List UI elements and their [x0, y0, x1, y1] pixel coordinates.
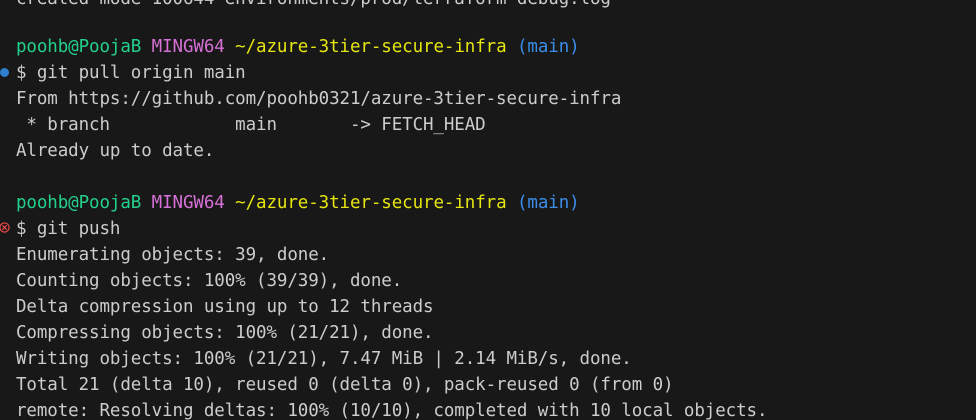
output-line: Enumerating objects: 39, done. — [16, 245, 330, 265]
prompt-user: poohb@PoojaB — [16, 193, 142, 213]
output-line: Total 21 (delta 10), reused 0 (delta 0),… — [16, 375, 674, 395]
prompt-branch: (main) — [516, 193, 580, 213]
output-line: remote: Resolving deltas: 100% (10/10), … — [16, 401, 768, 420]
prompt-line: poohb@PoojaB MINGW64 ~/azure-3tier-secur… — [16, 34, 580, 60]
output-line: Writing objects: 100% (21/21), 7.47 MiB … — [16, 349, 632, 369]
success-dot-icon[interactable] — [0, 68, 9, 77]
prompt-host: MINGW64 — [151, 193, 225, 213]
prompt-user: poohb@PoojaB — [16, 37, 142, 57]
output-line: Compressing objects: 100% (21/21), done. — [16, 323, 434, 343]
command-line: $ git push — [16, 219, 121, 239]
command-line: $ git pull origin main — [16, 63, 246, 83]
output-line: Counting objects: 100% (39/39), done. — [16, 271, 403, 291]
output-line: created mode 100644 environments/prod/te… — [16, 0, 611, 12]
output-line: From https://github.com/poohb0321/azure-… — [16, 89, 622, 109]
prompt-path: ~/azure-3tier-secure-infra — [235, 193, 507, 213]
output-line: Delta compression using up to 12 threads — [16, 297, 434, 317]
output-line: Already up to date. — [16, 141, 215, 161]
prompt-path: ~/azure-3tier-secure-infra — [235, 37, 507, 57]
output-line: * branch main -> FETCH_HEAD — [16, 115, 486, 135]
prompt-host: MINGW64 — [151, 37, 225, 57]
terminal-output[interactable]: created mode 100644 environments/prod/te… — [0, 0, 976, 420]
prompt-branch: (main) — [516, 37, 580, 57]
error-circle-x-icon[interactable] — [0, 222, 10, 233]
prompt-line: poohb@PoojaB MINGW64 ~/azure-3tier-secur… — [16, 190, 580, 216]
